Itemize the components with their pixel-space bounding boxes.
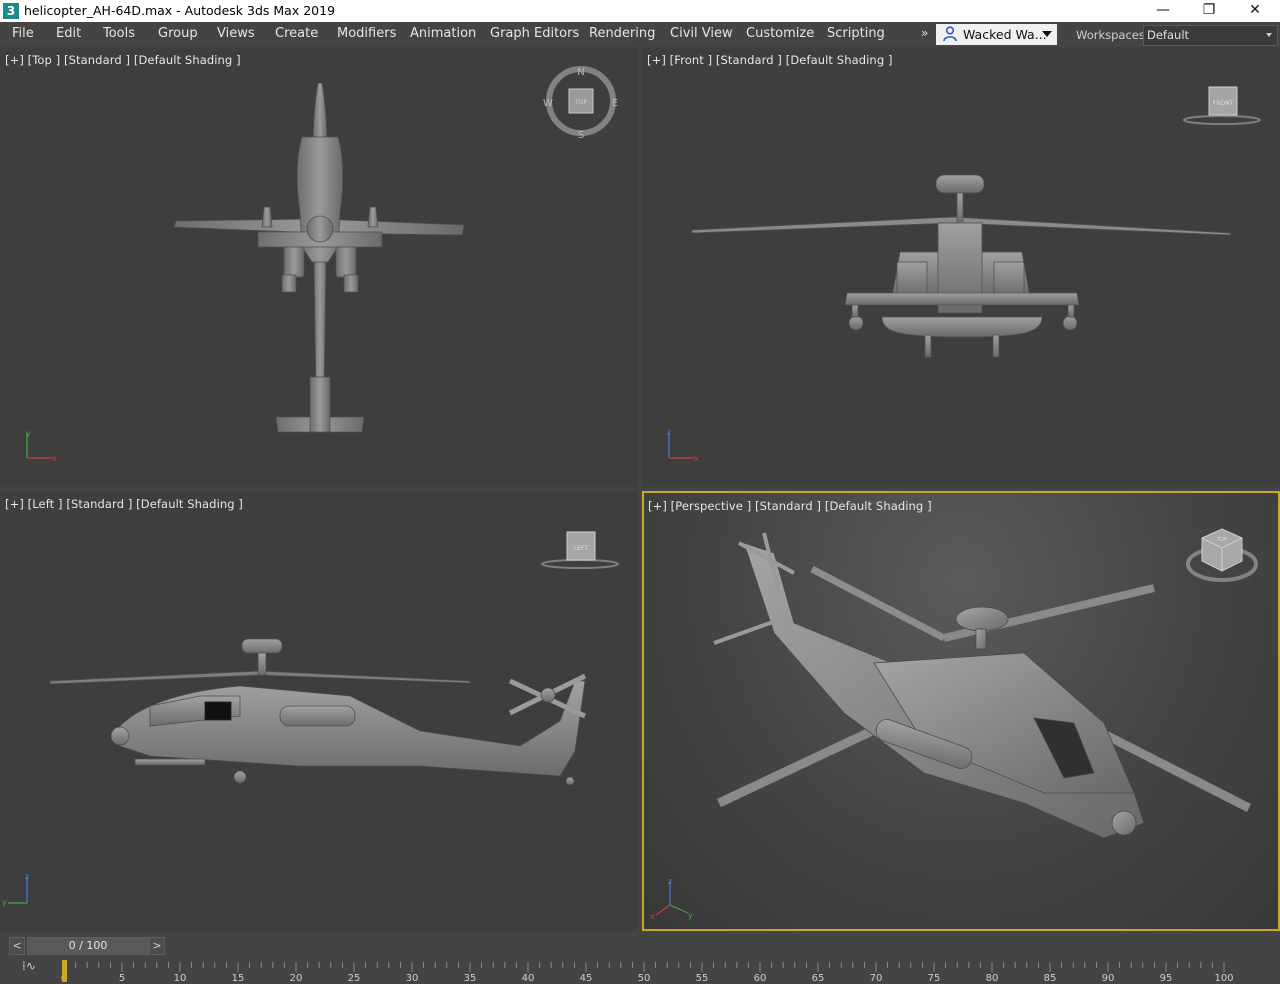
timeline-tick-label: 35 (464, 973, 477, 984)
workspace-value: Default (1147, 28, 1190, 42)
user-name: Wacked Wa... (963, 27, 1047, 42)
axis-tripod: z x y (650, 877, 693, 921)
workspaces-label: Workspaces: (1076, 28, 1149, 42)
timeline-tick-label: 80 (986, 973, 999, 984)
chevron-down-icon (1266, 33, 1272, 37)
viewport-top[interactable]: TOP N S E W y x [+] [Top ] [Standard ] [… (0, 47, 638, 487)
axis-y-label: y (688, 911, 693, 920)
timeline-tick-label: 15 (232, 973, 245, 984)
viewcube-face-label: LEFT (574, 545, 588, 552)
timeline-tick-label: 75 (928, 973, 941, 984)
menu-modifiers[interactable]: Modifiers (337, 26, 396, 41)
timeline-tick-label: 70 (870, 973, 883, 984)
compass-south-label: S (578, 130, 584, 141)
axis-z-label: z (25, 872, 29, 881)
timeline-tick-label: 40 (522, 973, 535, 984)
menu-graph-editors[interactable]: Graph Editors (490, 26, 579, 41)
current-frame-marker[interactable] (62, 960, 67, 982)
curve-editor-icon[interactable]: ⁞∿ (22, 959, 36, 973)
menu-views[interactable]: Views (217, 26, 255, 41)
menu-overflow-button[interactable]: » (921, 26, 928, 40)
axis-tripod: z x (667, 428, 699, 463)
timeline-bar: < 0 / 100 > ⁞∿ 0510152025303540455055606… (0, 932, 1280, 984)
axis-x-label: x (52, 454, 57, 463)
window-title: helicopter_AH-64D.max - Autodesk 3ds Max… (24, 3, 336, 18)
helicopter-model (691, 174, 1231, 358)
title-bar: 3 helicopter_AH-64D.max - Autodesk 3ds M… (0, 0, 1280, 22)
timeline-tick-label: 50 (638, 973, 651, 984)
axis-z-label: z (667, 428, 671, 437)
perspective-view-render: TOP z x y (650, 528, 1258, 921)
compass-north-label: N (577, 67, 584, 78)
menu-rendering[interactable]: Rendering (589, 26, 655, 41)
menu-customize[interactable]: Customize (746, 26, 814, 41)
timeline-tick-label: 30 (406, 973, 419, 984)
viewcube-face-label: TOP (574, 99, 587, 106)
helicopter-model (713, 532, 1252, 839)
view-cube: LEFT (541, 531, 619, 569)
viewport-left[interactable]: LEFT z y [+] [Left ] [Standard ] [Defaul… (0, 491, 638, 931)
timeline-tick-label: 95 (1160, 973, 1173, 984)
viewport-label-left[interactable]: [+] [Left ] [Standard ] [Default Shading… (5, 497, 243, 511)
timeline-tick-label: 90 (1102, 973, 1115, 984)
left-view-render: LEFT z y (2, 531, 619, 907)
menu-create[interactable]: Create (275, 26, 318, 41)
timeline-tick-label: 100 (1214, 973, 1233, 984)
view-cube: FRONT (1183, 86, 1261, 125)
time-slider[interactable]: 0 / 100 (27, 937, 149, 955)
user-account-dropdown[interactable]: Wacked Wa... (936, 24, 1057, 45)
timeline-tick-label: 25 (348, 973, 361, 984)
timeline-tick-label: 85 (1044, 973, 1057, 984)
timeline-tick-label: 20 (290, 973, 303, 984)
user-icon (943, 26, 957, 45)
menu-edit[interactable]: Edit (56, 26, 81, 41)
axis-y-label: y (2, 898, 7, 907)
axis-x-label: x (694, 454, 699, 463)
restore-button[interactable]: ❐ (1186, 0, 1232, 22)
axis-tripod: y x (26, 429, 57, 463)
workspace-select[interactable]: Default (1143, 25, 1278, 46)
viewcube-face-label: FRONT (1213, 100, 1234, 107)
viewcube-face-label: TOP (1216, 537, 1227, 543)
helicopter-model (49, 638, 587, 786)
menu-scripting[interactable]: Scripting (827, 26, 885, 41)
chevron-down-icon (1042, 31, 1052, 37)
axis-y-label: y (26, 429, 31, 438)
next-frame-button[interactable]: > (149, 937, 165, 955)
timeline-tick-label: 5 (119, 973, 125, 984)
viewport-label-perspective[interactable]: [+] [Perspective ] [Standard ] [Default … (648, 499, 932, 513)
view-compass: TOP N S E W (543, 66, 618, 141)
top-view-render: TOP N S E W y x (26, 66, 618, 463)
menu-group[interactable]: Group (158, 26, 198, 41)
helicopter-model (173, 82, 465, 433)
timeline-tick-label: 60 (754, 973, 767, 984)
front-view-render: FRONT z x (667, 86, 1261, 463)
viewport-perspective[interactable]: TOP z x y [+] [Perspective ] [Standard ]… (642, 491, 1280, 931)
axis-tripod: z y (2, 872, 29, 907)
viewport-front[interactable]: FRONT z x [+] [Front ] [Standard ] [Defa… (642, 47, 1280, 487)
close-button[interactable]: ✕ (1232, 0, 1278, 22)
menu-civil-view[interactable]: Civil View (670, 26, 733, 41)
timeline-tick-label: 45 (580, 973, 593, 984)
compass-east-label: E (612, 98, 618, 109)
prev-frame-button[interactable]: < (9, 937, 25, 955)
timeline-tick-label: 55 (696, 973, 709, 984)
compass-west-label: W (543, 98, 553, 109)
view-cube: TOP (1186, 528, 1258, 582)
menu-file[interactable]: File (12, 26, 34, 41)
axis-x-label: x (650, 912, 655, 921)
menu-tools[interactable]: Tools (103, 26, 135, 41)
viewport-label-front[interactable]: [+] [Front ] [Standard ] [Default Shadin… (647, 53, 893, 67)
app-icon: 3 (3, 3, 19, 19)
timeline-ruler[interactable]: 0510152025303540455055606570758085909510… (60, 956, 1280, 984)
menu-animation[interactable]: Animation (410, 26, 476, 41)
timeline-tick-label: 65 (812, 973, 825, 984)
viewport-label-top[interactable]: [+] [Top ] [Standard ] [Default Shading … (5, 53, 241, 67)
axis-z-label: z (668, 877, 672, 886)
timeline-tick-label: 10 (174, 973, 187, 984)
minimize-button[interactable]: — (1140, 0, 1186, 22)
